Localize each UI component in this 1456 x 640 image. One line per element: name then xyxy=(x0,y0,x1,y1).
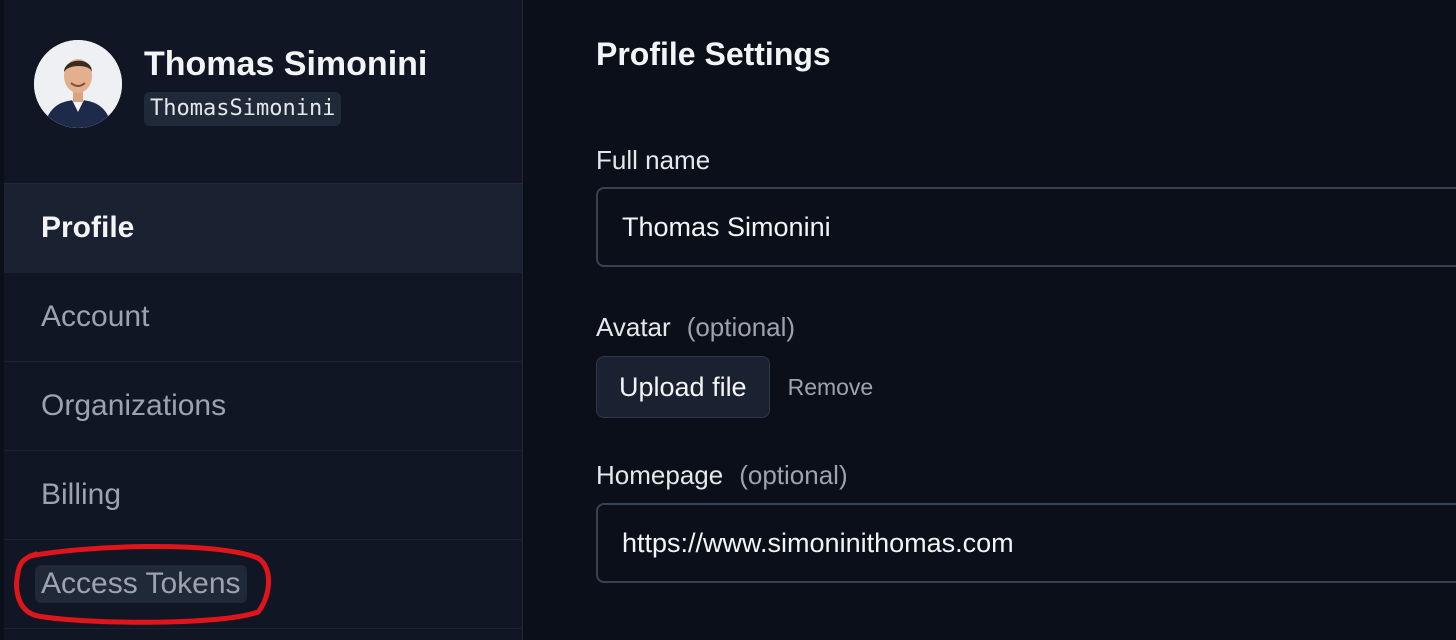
avatar-label-text: Avatar xyxy=(596,312,671,342)
avatar-label: Avatar (optional) xyxy=(596,311,1456,343)
sidebar-item-organizations[interactable]: Organizations xyxy=(4,362,522,451)
homepage-input[interactable] xyxy=(596,503,1456,583)
sidebar-item-account[interactable]: Account xyxy=(4,273,522,362)
sidebar-item-profile[interactable]: Profile xyxy=(4,184,522,273)
homepage-group: Homepage (optional) xyxy=(596,459,1456,583)
sidebar-item-access-tokens[interactable]: Access Tokens xyxy=(4,540,522,629)
full-name-group: Full name xyxy=(596,144,1456,267)
remove-avatar-link[interactable]: Remove xyxy=(788,374,874,401)
sidebar-item-label: Account xyxy=(41,300,150,333)
settings-nav: Profile Account Organizations Billing Ac… xyxy=(4,184,522,629)
optional-label: (optional) xyxy=(739,460,848,490)
optional-label: (optional) xyxy=(686,312,796,342)
avatar-actions: Upload file Remove xyxy=(596,356,1456,418)
page-title: Profile Settings xyxy=(596,36,831,72)
profile-settings-panel: Profile Settings Full name Avatar (option… xyxy=(523,0,1456,640)
settings-sidebar: Thomas Simonini ThomasSimonini Profile A… xyxy=(0,0,523,640)
full-name-label: Full name xyxy=(596,144,1456,176)
sidebar-item-label: Profile xyxy=(41,211,135,244)
user-handle[interactable]: ThomasSimonini xyxy=(144,92,342,126)
user-name: Thomas Simonini xyxy=(144,45,428,83)
user-card: Thomas Simonini ThomasSimonini xyxy=(4,0,522,184)
upload-file-button[interactable]: Upload file xyxy=(596,356,770,418)
person-avatar-icon xyxy=(34,40,122,128)
sidebar-item-billing[interactable]: Billing xyxy=(4,451,522,540)
avatar-group: Avatar (optional) Upload file Remove xyxy=(596,311,1456,418)
sidebar-item-label: Organizations xyxy=(41,389,227,422)
homepage-label: Homepage (optional) xyxy=(596,459,1456,491)
homepage-label-text: Homepage xyxy=(596,460,724,490)
sidebar-item-label: Billing xyxy=(41,478,122,511)
full-name-label-text: Full name xyxy=(596,145,711,175)
full-name-input[interactable] xyxy=(596,187,1456,267)
settings-app: Thomas Simonini ThomasSimonini Profile A… xyxy=(0,0,1456,640)
avatar xyxy=(34,40,122,128)
user-text: Thomas Simonini ThomasSimonini xyxy=(144,44,427,126)
sidebar-item-label: Access Tokens xyxy=(35,565,247,603)
